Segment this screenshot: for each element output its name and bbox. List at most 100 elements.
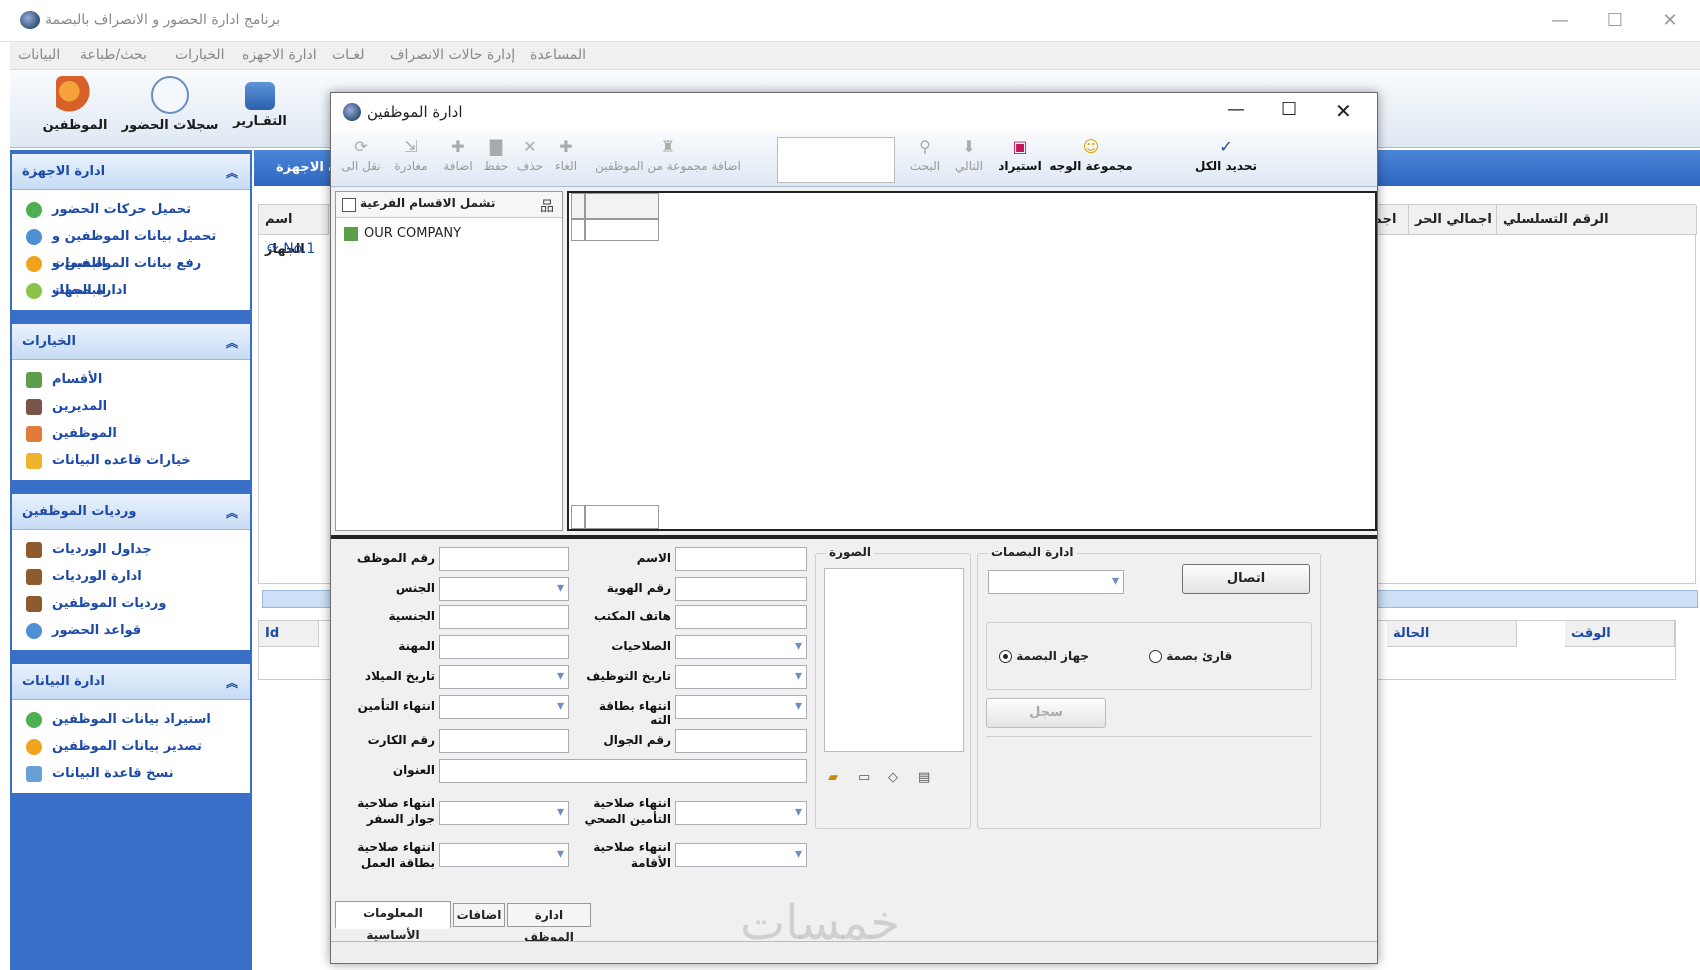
sidebar-item-employee-shifts[interactable]: ورديات الموظفين bbox=[12, 590, 250, 617]
tab-basic-info[interactable]: المعلومات الأساسية bbox=[335, 901, 451, 942]
reader-radio[interactable]: قارئ بصمة bbox=[1145, 649, 1232, 663]
col-state[interactable]: الحالة bbox=[1387, 621, 1517, 647]
sidebar-item-attendance-rules[interactable]: قواعد الحضور bbox=[12, 617, 250, 644]
close-icon[interactable]: ✕ bbox=[1650, 6, 1690, 36]
add-button[interactable]: ✚ اضافة bbox=[439, 137, 477, 173]
maximize-icon[interactable]: ☐ bbox=[1281, 99, 1297, 120]
tree-node-root[interactable]: OUR COMPANY bbox=[344, 226, 461, 241]
emp-no-field[interactable] bbox=[439, 547, 569, 571]
col-total-free[interactable]: اجمالي الحر bbox=[1409, 205, 1497, 235]
section-header[interactable]: الخيارات ︽ bbox=[12, 324, 250, 360]
maximize-icon[interactable]: ☐ bbox=[1595, 6, 1635, 36]
chevron-up-icon[interactable]: ︽ bbox=[226, 164, 238, 181]
profession-field[interactable] bbox=[439, 635, 569, 659]
search-button[interactable]: ⚲ البحث bbox=[905, 137, 945, 173]
face-group-button[interactable]: ☺ مجموعة الوجه bbox=[1049, 137, 1133, 173]
col-time[interactable]: الوقت bbox=[1565, 621, 1675, 647]
minimize-icon[interactable]: — bbox=[1227, 99, 1245, 120]
cancel-button[interactable]: ✚ الغاء bbox=[549, 137, 583, 173]
department-tree[interactable]: تشمل الاقسام الفرعية 品 OUR COMPANY bbox=[335, 191, 563, 531]
chevron-up-icon[interactable]: ︽ bbox=[226, 334, 238, 351]
register-button[interactable]: سجل bbox=[986, 698, 1106, 728]
source-options: جهاز البصمة قارئ بصمة bbox=[986, 622, 1312, 690]
gender-select[interactable] bbox=[439, 577, 569, 601]
menu-data[interactable]: البيانات bbox=[18, 47, 60, 63]
menu-search-print[interactable]: بحث/طباعة bbox=[80, 47, 147, 63]
menu-leave-states[interactable]: إدارة حالات الانصراف bbox=[390, 47, 515, 63]
include-sub-checkbox[interactable] bbox=[342, 198, 356, 212]
birth-date-picker[interactable] bbox=[439, 665, 569, 689]
col-id[interactable]: Id bbox=[259, 621, 319, 647]
residence-end-picker[interactable] bbox=[675, 843, 807, 867]
add-group-button[interactable]: ♜ اضافة مجموعة من الموظفين bbox=[593, 137, 743, 173]
employee-grid[interactable] bbox=[567, 191, 1377, 531]
menu-devices[interactable]: ادارة الاجهزه bbox=[242, 47, 317, 63]
minimize-icon[interactable]: — bbox=[1540, 6, 1580, 36]
eraser-icon[interactable]: ◇ bbox=[888, 770, 898, 785]
check-icon: ✓ bbox=[1219, 137, 1233, 156]
sidebar-item-db-options[interactable]: خيارات قاعده البيانات bbox=[12, 447, 250, 474]
mobile-field[interactable] bbox=[675, 729, 807, 753]
leave-button[interactable]: ⇲ مغادرة bbox=[389, 137, 433, 173]
move-to-button[interactable]: ⟳ نقل الى bbox=[341, 137, 381, 173]
connect-button[interactable]: اتصال bbox=[1182, 564, 1310, 594]
insurance-end-picker[interactable] bbox=[439, 695, 569, 719]
fingerprint-device-select[interactable] bbox=[988, 570, 1124, 594]
device-row[interactable]: ⟳ No.1 bbox=[267, 241, 315, 257]
section-header[interactable]: ادارة البيانات ︽ bbox=[12, 664, 250, 700]
sidebar-item-download-attendance[interactable]: تحميل حركات الحضور bbox=[12, 196, 250, 223]
card-no-field[interactable] bbox=[439, 729, 569, 753]
menu-help[interactable]: المساعدة bbox=[530, 47, 586, 63]
sidebar-item-import-users[interactable]: استيراد بيانات الموظفين bbox=[12, 706, 250, 733]
office-phone-field[interactable] bbox=[675, 605, 807, 629]
work-card-end-picker[interactable] bbox=[439, 843, 569, 867]
menu-languages[interactable]: لغـات bbox=[332, 47, 365, 63]
health-ins-end-picker[interactable] bbox=[675, 801, 807, 825]
card-end-picker[interactable] bbox=[675, 695, 807, 719]
delete-button[interactable]: ✕ حذف bbox=[515, 137, 545, 173]
next-button[interactable]: ⬇ التالي bbox=[949, 137, 989, 173]
sidebar-item-download-users[interactable]: تحميل بيانات الموظفين و البصمات bbox=[12, 223, 250, 271]
sidebar-item-managers[interactable]: المديرين bbox=[12, 393, 250, 420]
sidebar-item-shift-tables[interactable]: جداول الورديات bbox=[12, 536, 250, 563]
camera-icon[interactable]: ▭ bbox=[858, 770, 870, 785]
sidebar-item-upload-users[interactable]: رفع بيانات الموظفين و البصمات bbox=[12, 250, 250, 298]
employees-button[interactable]: الموظفين bbox=[40, 76, 110, 133]
passport-end-picker[interactable] bbox=[439, 801, 569, 825]
hire-date-picker[interactable] bbox=[675, 665, 807, 689]
tab-employee-manage[interactable]: ادارة الموظف bbox=[507, 903, 591, 944]
address-field[interactable] bbox=[439, 759, 807, 783]
sidebar-item-backup-db[interactable]: نسخ قاعدة البيانات bbox=[12, 760, 250, 787]
select-all-button[interactable]: ✓ تحديد الكل bbox=[1191, 137, 1261, 173]
sidebar-item-departments[interactable]: الأقسام bbox=[12, 366, 250, 393]
nationality-field[interactable] bbox=[439, 605, 569, 629]
chevron-up-icon[interactable]: ︽ bbox=[226, 504, 238, 521]
splitter[interactable] bbox=[331, 535, 1377, 539]
org-chart-icon[interactable]: 品 bbox=[540, 196, 554, 216]
webcam-icon[interactable]: ▤ bbox=[918, 770, 930, 785]
sidebar-item-shift-manage[interactable]: ادارة الورديات bbox=[12, 563, 250, 590]
sidebar-item-export-users[interactable]: تصدير بيانات الموظفين bbox=[12, 733, 250, 760]
chevron-up-icon[interactable]: ︽ bbox=[226, 674, 238, 691]
menu-options[interactable]: الخيارات bbox=[175, 47, 225, 63]
device-radio[interactable]: جهاز البصمة bbox=[995, 649, 1089, 663]
col-device-name[interactable]: اسم الجهاز bbox=[259, 205, 329, 257]
name-field[interactable] bbox=[675, 547, 807, 571]
search-input[interactable] bbox=[777, 137, 895, 183]
sidebar-item-employees[interactable]: الموظفين bbox=[12, 420, 250, 447]
section-header[interactable]: ورديات الموظفين ︽ bbox=[12, 494, 250, 530]
permissions-select[interactable] bbox=[675, 635, 807, 659]
attendance-log-button[interactable]: سجلات الحضور bbox=[120, 76, 220, 133]
col-serial[interactable]: الرقم التسلسلي bbox=[1497, 205, 1697, 235]
section-header[interactable]: ادارة الاجهزة ︽ bbox=[12, 154, 250, 190]
close-icon[interactable]: ✕ bbox=[1335, 99, 1352, 123]
open-folder-icon[interactable]: ▰ bbox=[828, 770, 838, 785]
reports-button[interactable]: التقـارير bbox=[225, 76, 295, 129]
save-button[interactable]: ▇ حفظ bbox=[481, 137, 511, 173]
id-no-field[interactable] bbox=[675, 577, 807, 601]
tab-additions[interactable]: اضافات bbox=[453, 903, 505, 927]
import-button[interactable]: ▣ استيراد bbox=[995, 137, 1045, 173]
grid-header-cell[interactable] bbox=[585, 193, 659, 219]
sidebar-item-device-manage[interactable]: ادارة الجهاز bbox=[12, 277, 250, 304]
grid-cell[interactable] bbox=[585, 219, 659, 241]
